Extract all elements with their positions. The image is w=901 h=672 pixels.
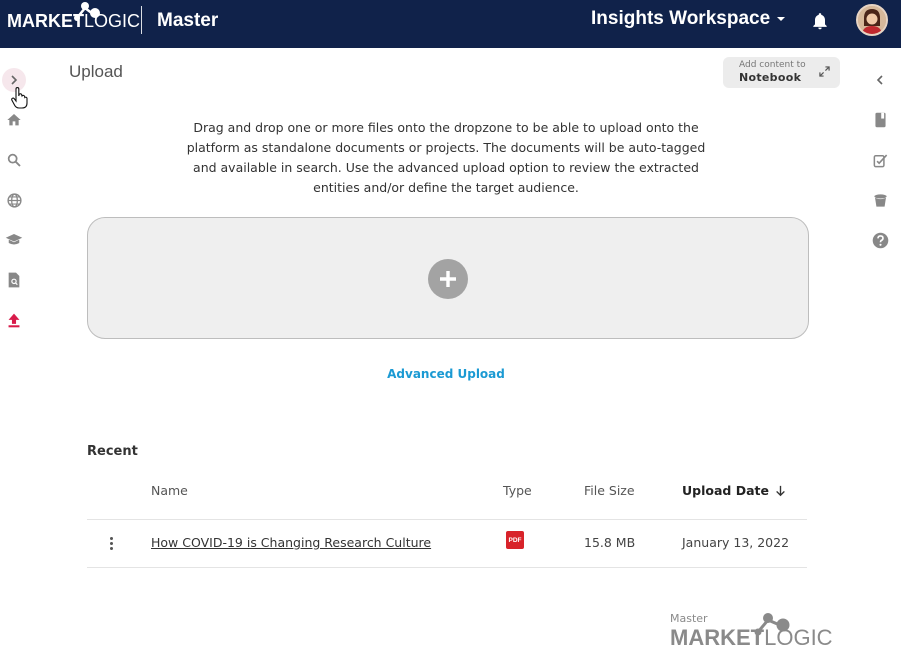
- add-file-icon[interactable]: [428, 259, 468, 299]
- file-dropzone[interactable]: [87, 217, 809, 339]
- document-search-icon: [8, 272, 20, 288]
- sidebar-item-documents[interactable]: [2, 268, 26, 292]
- footer-logo: Master MARKETLOGIC: [670, 612, 833, 650]
- sidebar-item-learning[interactable]: [2, 228, 26, 252]
- collapse-right-panel-button[interactable]: [868, 68, 892, 92]
- logo-dots-icon: [74, 2, 100, 21]
- footer-logo-dots-icon: [754, 613, 790, 636]
- upload-date-value: January 13, 2022: [682, 535, 790, 550]
- workspace-dropdown[interactable]: Insights Workspace: [591, 8, 786, 30]
- home-icon: [7, 114, 21, 126]
- sort-descending-icon: [776, 485, 785, 496]
- row-actions-menu-icon[interactable]: [106, 535, 116, 551]
- chevron-right-icon: [11, 75, 18, 85]
- avatar-person-icon: [858, 6, 886, 34]
- sidebar-item-search[interactable]: [2, 148, 26, 172]
- pdf-file-icon: PDF: [506, 531, 524, 549]
- help-icon: [872, 232, 888, 248]
- search-icon: [7, 153, 21, 167]
- right-tool-tasks[interactable]: [868, 148, 892, 172]
- table-row-divider: [87, 567, 807, 568]
- column-header-type[interactable]: Type: [503, 483, 532, 498]
- checklist-icon: [873, 153, 887, 167]
- bell-icon[interactable]: [810, 11, 830, 31]
- sidebar-item-upload[interactable]: [2, 308, 26, 332]
- right-tool-help[interactable]: [868, 228, 892, 252]
- add-to-notebook-button[interactable]: Add content to Notebook: [723, 57, 840, 88]
- workspace-label: Insights Workspace: [591, 8, 771, 29]
- graduation-cap-icon: [5, 234, 23, 245]
- globe-icon: [6, 192, 22, 208]
- advanced-upload-link[interactable]: Advanced Upload: [0, 367, 892, 381]
- file-size-value: 15.8 MB: [584, 535, 636, 550]
- hand-cursor-icon: [11, 87, 28, 109]
- upload-icon: [8, 313, 20, 327]
- sidebar-item-home[interactable]: [2, 108, 26, 132]
- upload-date-label: Upload Date: [682, 483, 769, 498]
- notebook-icon: [874, 112, 886, 128]
- sidebar-item-explore[interactable]: [2, 188, 26, 212]
- top-header: MARKET LOGIC Master Insights Workspace: [0, 0, 901, 48]
- left-navigation-rail: [0, 48, 30, 672]
- chevron-left-icon: [876, 75, 883, 85]
- page-title: Upload: [69, 62, 123, 81]
- chevron-down-icon: [777, 17, 786, 21]
- column-header-name[interactable]: Name: [151, 483, 188, 498]
- bucket-icon: [873, 193, 887, 207]
- right-tool-collection[interactable]: [868, 188, 892, 212]
- marketlogic-logo[interactable]: MARKET LOGIC: [7, 2, 140, 34]
- column-header-file-size[interactable]: File Size: [584, 483, 635, 498]
- document-link[interactable]: How COVID-19 is Changing Research Cultur…: [151, 535, 431, 550]
- logo-separator: [141, 6, 142, 34]
- recent-section-title: Recent: [87, 444, 138, 459]
- right-tools-rail: [866, 48, 896, 672]
- plus-icon: [440, 271, 456, 287]
- column-header-upload-date[interactable]: Upload Date: [682, 483, 786, 498]
- app-title: Master: [157, 10, 219, 31]
- right-tool-notebook[interactable]: [868, 108, 892, 132]
- upload-instructions: Drag and drop one or more files onto the…: [186, 120, 706, 195]
- table-row-divider: [87, 519, 807, 520]
- user-avatar[interactable]: [856, 4, 888, 36]
- expand-arrows-icon: [819, 66, 830, 77]
